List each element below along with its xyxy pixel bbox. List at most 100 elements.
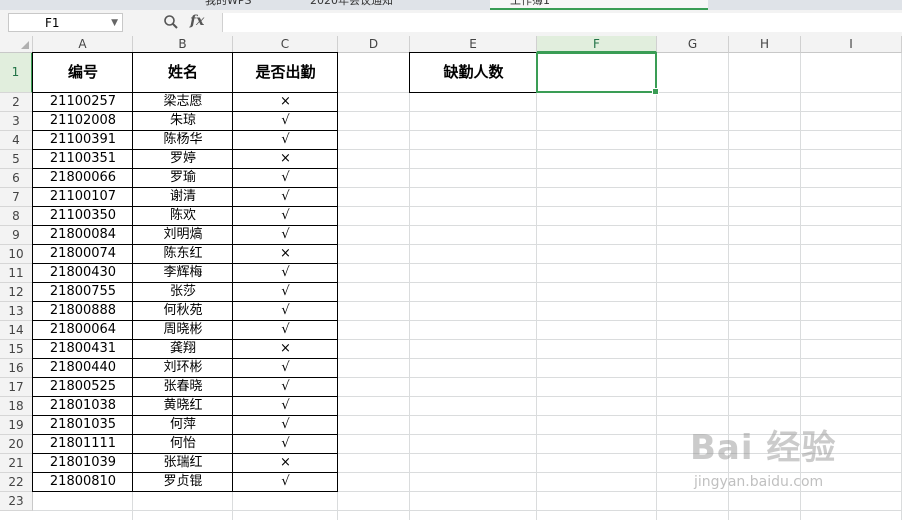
data-cell[interactable]: 21801039 (33, 454, 133, 473)
data-cell[interactable]: √ (233, 112, 338, 131)
data-cell[interactable]: 21100257 (33, 93, 133, 112)
data-cell[interactable]: √ (233, 473, 338, 492)
data-cell[interactable]: 周晓彬 (133, 321, 233, 340)
data-cell[interactable]: 刘环彬 (133, 359, 233, 378)
column-header-c[interactable]: C (233, 36, 338, 53)
row-header-16[interactable]: 16 (0, 359, 33, 378)
row-header-9[interactable]: 9 (0, 226, 33, 245)
data-cell[interactable]: 21800440 (33, 359, 133, 378)
data-cell[interactable]: 黄晓红 (133, 397, 233, 416)
row-header-2[interactable]: 2 (0, 93, 33, 112)
data-cell[interactable]: √ (233, 302, 338, 321)
data-cell[interactable]: 21801038 (33, 397, 133, 416)
row-header-5[interactable]: 5 (0, 150, 33, 169)
name-box[interactable]: F1 ▼ (8, 13, 123, 32)
data-cell[interactable]: 何怡 (133, 435, 233, 454)
data-cell[interactable]: 21800755 (33, 283, 133, 302)
data-cell[interactable]: × (233, 340, 338, 359)
data-cell[interactable]: 刘明熇 (133, 226, 233, 245)
data-cell[interactable]: 梁志愿 (133, 93, 233, 112)
column-header-e[interactable]: E (410, 36, 537, 53)
tab-my-wps[interactable]: 我的WPS (205, 0, 252, 8)
data-cell[interactable]: √ (233, 321, 338, 340)
header-cell-a[interactable]: 编号 (33, 53, 133, 93)
row-header-11[interactable]: 11 (0, 264, 33, 283)
row-header-4[interactable]: 4 (0, 131, 33, 150)
column-header-d[interactable]: D (338, 36, 410, 53)
data-cell[interactable]: 21800430 (33, 264, 133, 283)
row-header-18[interactable]: 18 (0, 397, 33, 416)
data-cell[interactable]: 21100391 (33, 131, 133, 150)
row-header-7[interactable]: 7 (0, 188, 33, 207)
row-header-8[interactable]: 8 (0, 207, 33, 226)
data-cell[interactable]: √ (233, 264, 338, 283)
data-cell[interactable]: 谢清 (133, 188, 233, 207)
row-header-23[interactable]: 23 (0, 492, 33, 511)
column-header-h[interactable]: H (729, 36, 801, 53)
data-cell[interactable]: √ (233, 207, 338, 226)
row-header-22[interactable]: 22 (0, 473, 33, 492)
row-header-3[interactable]: 3 (0, 112, 33, 131)
data-cell[interactable]: 21100351 (33, 150, 133, 169)
cell-selection-f1[interactable] (536, 52, 659, 95)
data-cell[interactable]: 张莎 (133, 283, 233, 302)
header-cell-b[interactable]: 姓名 (133, 53, 233, 93)
row-header-6[interactable]: 6 (0, 169, 33, 188)
data-cell[interactable]: √ (233, 416, 338, 435)
data-cell[interactable]: √ (233, 283, 338, 302)
data-cell[interactable]: √ (233, 435, 338, 454)
formula-input[interactable] (222, 13, 902, 32)
data-cell[interactable]: 21102008 (33, 112, 133, 131)
data-cell[interactable]: 21800064 (33, 321, 133, 340)
data-cell[interactable]: 21801111 (33, 435, 133, 454)
data-cell[interactable]: 陈杨华 (133, 131, 233, 150)
column-header-i[interactable]: I (801, 36, 902, 53)
row-header-20[interactable]: 20 (0, 435, 33, 454)
data-cell[interactable]: 21800431 (33, 340, 133, 359)
select-all-corner[interactable] (0, 36, 33, 53)
data-cell[interactable]: × (233, 93, 338, 112)
data-cell[interactable]: √ (233, 397, 338, 416)
data-cell[interactable]: 罗婷 (133, 150, 233, 169)
data-cell[interactable]: √ (233, 188, 338, 207)
row-header-1[interactable]: 1 (0, 53, 33, 93)
data-cell[interactable]: √ (233, 226, 338, 245)
data-cell[interactable]: 何秋苑 (133, 302, 233, 321)
row-header-10[interactable]: 10 (0, 245, 33, 264)
column-header-f[interactable]: F (537, 36, 657, 53)
zoom-icon[interactable] (163, 14, 179, 30)
data-cell[interactable]: 张瑞红 (133, 454, 233, 473)
data-cell[interactable]: 李辉梅 (133, 264, 233, 283)
row-header-15[interactable]: 15 (0, 340, 33, 359)
data-cell[interactable]: 21100107 (33, 188, 133, 207)
data-cell[interactable]: 21800525 (33, 378, 133, 397)
row-header-14[interactable]: 14 (0, 321, 33, 340)
column-header-a[interactable]: A (33, 36, 133, 53)
data-cell[interactable]: 21800074 (33, 245, 133, 264)
function-icon[interactable]: fx (190, 13, 204, 29)
header-cell-c[interactable]: 是否出勤 (233, 53, 338, 93)
row-header-12[interactable]: 12 (0, 283, 33, 302)
data-cell[interactable]: 21100350 (33, 207, 133, 226)
data-cell[interactable]: 罗贞锟 (133, 473, 233, 492)
data-cell[interactable]: 陈东红 (133, 245, 233, 264)
data-cell[interactable]: × (233, 150, 338, 169)
data-cell[interactable]: √ (233, 169, 338, 188)
data-cell[interactable]: 21800084 (33, 226, 133, 245)
row-header-19[interactable]: 19 (0, 416, 33, 435)
row-header-17[interactable]: 17 (0, 378, 33, 397)
data-cell[interactable]: 朱琼 (133, 112, 233, 131)
data-cell[interactable]: × (233, 245, 338, 264)
data-cell[interactable]: 罗瑜 (133, 169, 233, 188)
data-cell[interactable]: √ (233, 359, 338, 378)
tab-meeting-notice[interactable]: 2020年会议通知 (310, 0, 393, 8)
data-cell[interactable]: 21801035 (33, 416, 133, 435)
row-header-13[interactable]: 13 (0, 302, 33, 321)
column-header-b[interactable]: B (133, 36, 233, 53)
data-cell[interactable]: √ (233, 378, 338, 397)
data-cell[interactable]: × (233, 454, 338, 473)
data-cell[interactable]: 张春晓 (133, 378, 233, 397)
tab-workbook[interactable]: 工作簿1 (490, 0, 708, 10)
data-cell[interactable]: 21800810 (33, 473, 133, 492)
data-cell[interactable]: 龚翔 (133, 340, 233, 359)
